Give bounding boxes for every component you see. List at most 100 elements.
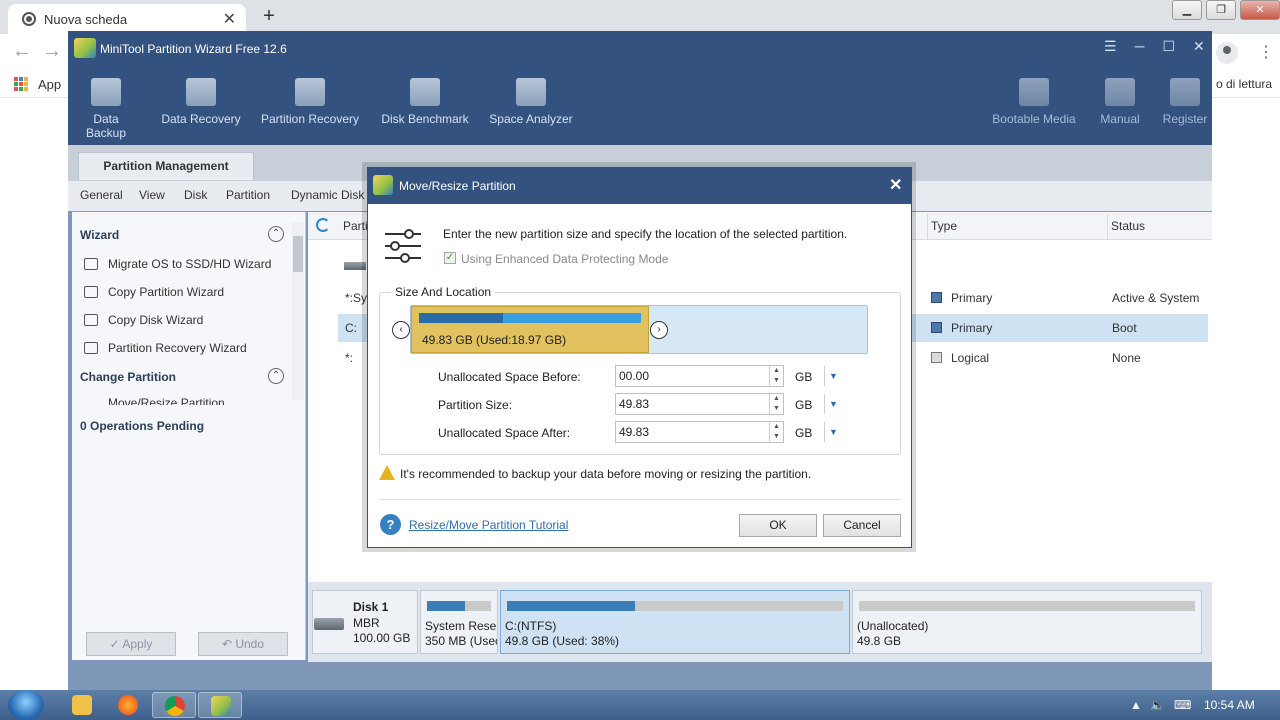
- tutorial-link[interactable]: Resize/Move Partition Tutorial: [409, 518, 568, 532]
- data-backup-button[interactable]: Data Backup: [72, 78, 140, 140]
- scroll-thumb[interactable]: [293, 236, 303, 272]
- tab-partition-management[interactable]: Partition Management: [78, 152, 254, 180]
- menu-dynamic-disk[interactable]: Dynamic Disk: [291, 188, 364, 202]
- unallocated-after-value: 49.83: [619, 425, 650, 439]
- resize-right-arrow-icon[interactable]: ›: [650, 321, 668, 339]
- unallocated-before-label: Unallocated Space Before:: [438, 370, 581, 384]
- partition-block-unallocated[interactable]: (Unallocated) 49.8 GB: [852, 590, 1202, 654]
- manual-book-icon: [1105, 78, 1135, 106]
- unit-dropdown-icon[interactable]: ▼: [829, 399, 838, 409]
- partition-block-system-reserved[interactable]: System Reser 350 MB (Usec: [420, 590, 498, 654]
- app-close-icon[interactable]: ✕: [1193, 38, 1205, 55]
- unit-dropdown-icon[interactable]: ▼: [829, 371, 838, 381]
- partition-recovery-icon: [295, 78, 325, 106]
- unallocated-after-spinner[interactable]: ▲ ▼: [769, 422, 783, 442]
- new-tab-button[interactable]: +: [258, 6, 280, 28]
- apply-button[interactable]: ✓ Apply: [86, 632, 176, 656]
- row-2-partition[interactable]: C:: [345, 321, 357, 335]
- browser-menu-icon[interactable]: ⋮: [1258, 42, 1274, 62]
- wizard-collapse-icon[interactable]: ⌃: [268, 226, 284, 242]
- unit-dropdown-icon[interactable]: ▼: [829, 427, 838, 437]
- left-panel-scrollbar[interactable]: [292, 222, 304, 400]
- browser-tab[interactable]: Nuova scheda ✕: [8, 4, 246, 34]
- menu-view[interactable]: View: [139, 188, 165, 202]
- menu-general[interactable]: General: [80, 188, 123, 202]
- data-backup-icon: [91, 78, 121, 106]
- wizard-migrate-os[interactable]: Migrate OS to SSD/HD Wizard: [108, 257, 271, 271]
- disk-benchmark-button[interactable]: Disk Benchmark: [378, 78, 472, 126]
- volume-icon[interactable]: 🔈: [1150, 698, 1165, 712]
- taskbar-explorer[interactable]: [60, 692, 104, 718]
- app-menu-icon[interactable]: ☰: [1104, 38, 1117, 55]
- column-type[interactable]: Type: [931, 219, 957, 233]
- column-status[interactable]: Status: [1111, 219, 1145, 233]
- partition-size-spinner[interactable]: ▲ ▼: [769, 394, 783, 414]
- partition-detail: 49.8 GB: [857, 634, 902, 648]
- close-button[interactable]: ✕: [1240, 0, 1280, 20]
- app-maximize-icon[interactable]: ☐: [1162, 38, 1175, 55]
- partition-size-input[interactable]: 49.83 ▲ ▼: [615, 393, 784, 415]
- undo-button[interactable]: ↶ Undo: [198, 632, 288, 656]
- reading-list-link[interactable]: o di lettura: [1216, 77, 1272, 91]
- wizard-section-title: Wizard: [80, 228, 120, 242]
- wizard-copy-partition[interactable]: Copy Partition Wizard: [108, 285, 224, 299]
- app-window-controls: ☰ ─ ☐ ✕: [1104, 38, 1205, 55]
- row-1-status: Active & System: [1112, 291, 1200, 305]
- refresh-icon[interactable]: [316, 218, 330, 232]
- unallocated-before-spinner[interactable]: ▲ ▼: [769, 366, 783, 386]
- firefox-icon: [118, 695, 138, 715]
- apps-grid-icon[interactable]: [14, 77, 28, 91]
- partition-usage-bar: [419, 313, 641, 323]
- enhanced-protection-checkbox[interactable]: ✓: [444, 252, 456, 264]
- menu-disk[interactable]: Disk: [184, 188, 207, 202]
- bootable-media-label: Bootable Media: [992, 112, 1076, 126]
- resize-left-arrow-icon[interactable]: ‹: [392, 321, 410, 339]
- unallocated-before-input[interactable]: 00.00 ▲ ▼: [615, 365, 784, 387]
- taskbar-firefox[interactable]: [106, 692, 150, 718]
- keyboard-icon[interactable]: ⌨: [1174, 698, 1191, 712]
- unit-divider: [824, 366, 825, 386]
- wizard-partition-recovery[interactable]: Partition Recovery Wizard: [108, 341, 247, 355]
- forward-arrow-icon[interactable]: →: [42, 40, 62, 63]
- profile-avatar-icon[interactable]: [1216, 42, 1238, 64]
- move-resize-partition-item[interactable]: Move/Resize Partition: [108, 397, 225, 405]
- maximize-button[interactable]: ❐: [1206, 0, 1236, 20]
- ok-button[interactable]: OK: [739, 514, 817, 537]
- manual-button[interactable]: Manual: [1096, 78, 1144, 126]
- register-user-icon: [1170, 78, 1200, 106]
- dialog-close-icon[interactable]: ✕: [889, 175, 902, 195]
- partition-size-value: 49.83: [619, 397, 650, 411]
- taskbar-minitool[interactable]: [198, 692, 242, 718]
- help-question-icon[interactable]: ?: [380, 514, 401, 535]
- manual-label: Manual: [1100, 112, 1140, 126]
- space-analyzer-button[interactable]: Space Analyzer: [488, 78, 574, 126]
- register-button[interactable]: Register: [1160, 78, 1210, 126]
- cancel-button[interactable]: Cancel: [823, 514, 901, 537]
- bookmarks-apps-link[interactable]: App: [38, 77, 61, 92]
- taskbar-chrome[interactable]: [152, 692, 196, 718]
- wizard-copy-disk[interactable]: Copy Disk Wizard: [108, 313, 203, 327]
- menu-partition[interactable]: Partition: [226, 188, 270, 202]
- data-recovery-button[interactable]: Data Recovery: [160, 78, 242, 126]
- app-minimize-icon[interactable]: ─: [1135, 38, 1145, 55]
- row-2-type: Primary: [951, 321, 993, 335]
- start-button-icon[interactable]: [8, 690, 44, 720]
- row-3-partition[interactable]: *:: [345, 351, 353, 365]
- size-location-title: Size And Location: [391, 285, 496, 299]
- dialog-title: Move/Resize Partition: [399, 179, 516, 193]
- minitool-taskbar-icon: [211, 696, 231, 716]
- operations-pending: 0 Operations Pending: [80, 419, 205, 433]
- tab-close-icon[interactable]: ✕: [223, 9, 236, 29]
- bootable-media-button[interactable]: Bootable Media: [990, 78, 1078, 126]
- partition-recovery-button[interactable]: Partition Recovery: [258, 78, 362, 126]
- unallocated-after-input[interactable]: 49.83 ▲ ▼: [615, 421, 784, 443]
- change-partition-collapse-icon[interactable]: ⌃: [268, 368, 284, 384]
- back-arrow-icon[interactable]: ←: [12, 40, 32, 63]
- row-3-status: None: [1112, 351, 1141, 365]
- tray-expand-icon[interactable]: ▲: [1130, 698, 1142, 712]
- minimize-button[interactable]: ▁: [1172, 0, 1202, 20]
- partition-size-unit: GB: [795, 398, 813, 412]
- row-1-type: Primary: [951, 291, 993, 305]
- partition-block-c[interactable]: C:(NTFS) 49.8 GB (Used: 38%): [500, 590, 850, 654]
- taskbar-clock[interactable]: 10:54 AM: [1204, 698, 1255, 712]
